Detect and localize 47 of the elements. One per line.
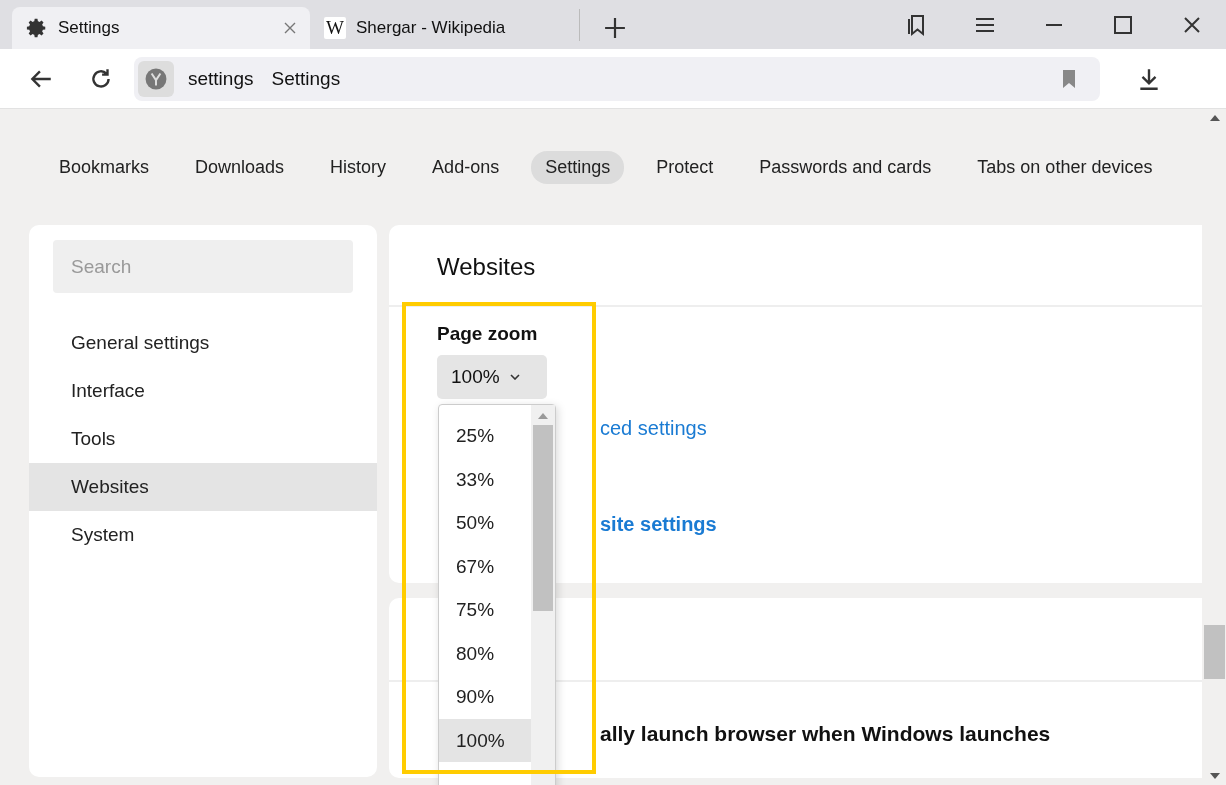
nav-tab[interactable]: Settings xyxy=(531,150,625,184)
tab-title: Settings xyxy=(58,18,121,38)
sidebar-item[interactable]: Tools xyxy=(29,415,377,463)
nav-tab[interactable]: Passwords and cards xyxy=(745,150,946,184)
nav-tab[interactable]: Bookmarks xyxy=(45,150,164,184)
zoom-option[interactable]: 100% xyxy=(439,718,531,762)
startup-option: ally launch browser when Windows launches xyxy=(600,722,1051,746)
page-zoom-label: Page zoom xyxy=(437,323,539,345)
scrollbar-thumb[interactable] xyxy=(533,425,553,611)
zoom-option[interactable]: 90% xyxy=(439,675,531,719)
section-heading: Websites xyxy=(389,225,1202,307)
settings-link[interactable]: ced settings xyxy=(600,417,707,440)
nav-tab[interactable]: Add-ons xyxy=(418,150,514,184)
zoom-option[interactable]: 25% xyxy=(439,414,531,458)
page-title: Settings xyxy=(271,67,341,90)
maximize-icon[interactable] xyxy=(1111,13,1135,37)
scroll-up-icon[interactable] xyxy=(1209,115,1220,121)
zoom-option[interactable]: 80% xyxy=(439,631,531,675)
nav-tab[interactable]: History xyxy=(316,150,401,184)
new-tab-icon[interactable] xyxy=(604,17,627,39)
zoom-option[interactable]: 33% xyxy=(439,457,531,501)
scrollbar-thumb[interactable] xyxy=(1204,625,1225,679)
settings-link[interactable]: site settings xyxy=(600,513,717,536)
zoom-option[interactable]: 75% xyxy=(439,588,531,632)
gear-icon xyxy=(26,17,48,39)
address-field[interactable]: settings Settings xyxy=(134,56,1100,101)
search-field[interactable]: Search xyxy=(53,240,353,293)
browser-tab[interactable]: Settings xyxy=(12,7,310,49)
scroll-down-icon[interactable] xyxy=(1209,773,1220,779)
nav-tab[interactable]: Protect xyxy=(642,150,728,184)
bookmark-icon[interactable] xyxy=(1062,69,1076,88)
site-favicon: W xyxy=(324,17,346,39)
sidebar-item[interactable]: System xyxy=(29,511,377,559)
sidebar-item[interactable]: Interface xyxy=(29,367,377,415)
browser-tab[interactable]: W Shergar - Wikipedia xyxy=(310,7,520,49)
address-host: settings xyxy=(188,67,254,90)
sidebar-item[interactable]: General settings xyxy=(29,319,377,367)
sidebar-item[interactable]: Websites xyxy=(29,463,377,511)
zoom-option[interactable]: 67% xyxy=(439,544,531,588)
scrollbar-track[interactable] xyxy=(531,405,555,785)
tab-title: Shergar - Wikipedia xyxy=(356,18,506,38)
chevron-icon xyxy=(509,374,520,380)
zoom-select[interactable]: 100% xyxy=(437,355,547,399)
zoom-option[interactable]: 50% xyxy=(439,501,531,545)
nav-tab[interactable]: Tabs on other devices xyxy=(963,150,1167,184)
browser-logo-icon xyxy=(138,60,174,97)
nav-tab[interactable]: Downloads xyxy=(181,150,299,184)
